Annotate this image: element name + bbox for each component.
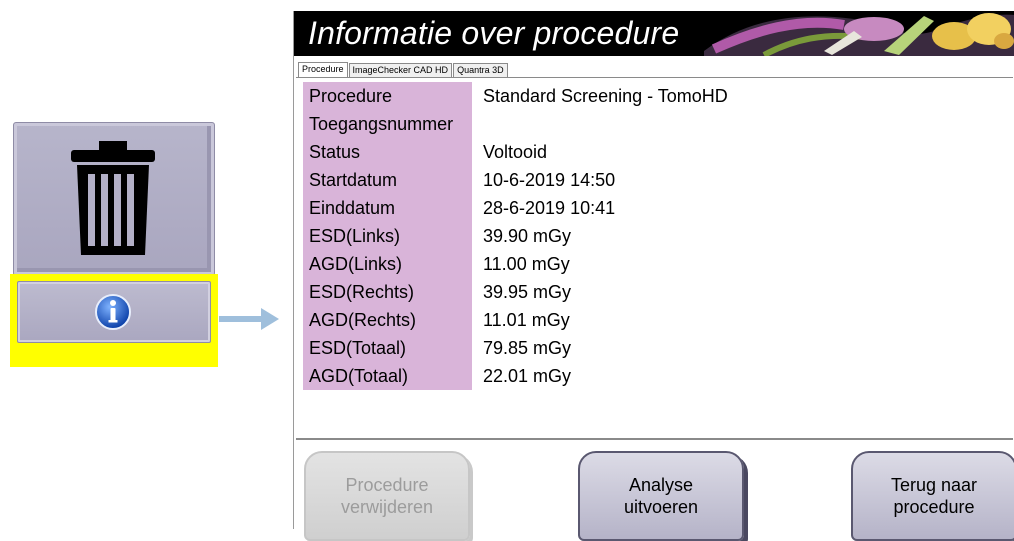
row-value: 10-6-2019 14:50 (483, 170, 616, 190)
row-label: AGD(Links) (303, 250, 472, 278)
row-value: 11.01 mGy (483, 310, 570, 330)
back-to-procedure-line2: procedure (893, 497, 975, 517)
dialog-banner: Informatie over procedure (294, 11, 1014, 56)
row-value: 22.01 mGy (483, 366, 572, 386)
row-label: ESD(Rechts) (303, 278, 472, 306)
delete-procedure-line2: verwijderen (340, 497, 434, 517)
row-value: Voltooid (483, 142, 548, 162)
row-label: Toegangsnummer (303, 110, 472, 138)
info-icon (95, 294, 131, 330)
tab-quantra-3d[interactable]: Quantra 3D (453, 63, 508, 77)
row-label: AGD(Rechts) (303, 306, 472, 334)
trash-icon (71, 141, 155, 255)
row-value: Standard Screening - TomoHD (483, 86, 728, 106)
delete-procedure-button[interactable]: Procedure verwijderen (304, 451, 470, 541)
info-button-highlight (10, 274, 218, 367)
row-label: ESD(Totaal) (303, 334, 472, 362)
row-label: AGD(Totaal) (303, 362, 472, 390)
procedure-info-panel: Procedure Standard Screening - TomoHD To… (296, 77, 1013, 440)
row-label: Startdatum (303, 166, 472, 194)
run-analysis-button[interactable]: Analyse uitvoeren (578, 451, 744, 541)
row-label: Einddatum (303, 194, 472, 222)
delete-procedure-line1: Procedure (345, 475, 429, 495)
dialog-title: Informatie over procedure (308, 15, 680, 51)
run-analysis-line1: Analyse (628, 475, 694, 495)
info-button[interactable] (17, 281, 211, 343)
back-to-procedure-button[interactable]: Terug naar procedure (851, 451, 1014, 541)
row-value: 11.00 mGy (483, 254, 570, 274)
run-analysis-line2: uitvoeren (623, 497, 699, 517)
row-value: 28-6-2019 10:41 (483, 198, 616, 218)
row-label: Procedure (303, 82, 472, 110)
tab-bar: Procedure ImageChecker CAD HD Quantra 3D (298, 62, 509, 77)
row-label: ESD(Links) (303, 222, 472, 250)
row-value: 39.95 mGy (483, 282, 572, 302)
procedure-info-dialog: Informatie over procedure Procedure Imag… (293, 11, 1014, 541)
row-value: 79.85 mGy (483, 338, 572, 358)
tab-imagechecker-cad-hd[interactable]: ImageChecker CAD HD (348, 63, 453, 77)
row-label: Status (303, 138, 472, 166)
tab-procedure[interactable]: Procedure (298, 62, 348, 77)
flower-banner-image (704, 13, 1014, 56)
side-panel (10, 122, 218, 367)
back-to-procedure-line1: Terug naar (890, 475, 978, 495)
arrow-right-icon (219, 308, 279, 330)
row-value: 39.90 mGy (483, 226, 572, 246)
delete-button[interactable] (13, 122, 215, 276)
